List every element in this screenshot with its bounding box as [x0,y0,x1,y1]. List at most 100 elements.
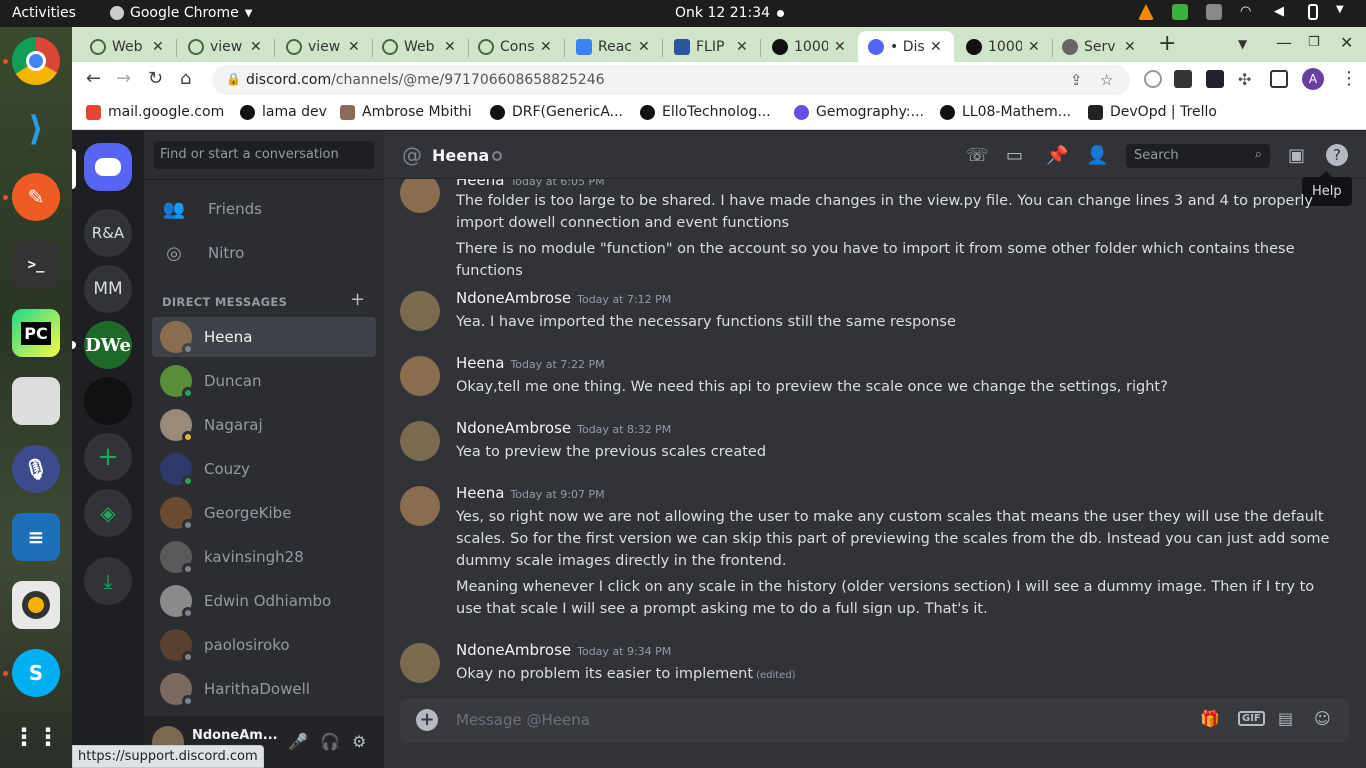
server-dowell[interactable]: DWe [84,321,132,369]
tab-web-2[interactable]: Web ✕ [372,31,468,62]
bookmark-lama-dev[interactable]: lama dev [240,104,327,120]
clock[interactable]: Onk 12 21:34 [675,5,770,21]
bookmark-star-icon[interactable]: ☆ [1100,71,1113,89]
tab-github-1[interactable]: 1000 ✕ [762,31,858,62]
dm-item-edwin[interactable]: Edwin Odhiambo [152,581,376,621]
activities-button[interactable]: Activities [12,5,76,21]
create-dm-icon[interactable]: + [350,289,365,310]
message-author[interactable]: NdoneAmbrose [456,419,571,437]
close-window-icon[interactable]: ✕ [1340,33,1353,52]
document-viewer-launcher-icon[interactable]: ≡ [12,513,60,561]
minimize-icon[interactable]: — [1276,33,1292,52]
pycharm-launcher-icon[interactable]: PC [12,309,60,357]
tab-discord[interactable]: • Dis ✕ [858,31,954,62]
battery-icon[interactable] [1308,4,1318,20]
close-icon[interactable]: ✕ [540,39,552,55]
pinned-messages-icon[interactable]: 📌 [1046,145,1068,166]
settings-gear-icon[interactable]: ⚙ [352,732,366,751]
home-icon[interactable]: ⌂ [180,68,191,89]
skype-launcher-icon[interactable]: S [12,649,60,697]
close-icon[interactable]: ✕ [638,39,650,55]
message-input[interactable]: Message @Heena [456,711,590,729]
lock-icon[interactable]: 🔒 [226,72,241,86]
url-text[interactable]: discord.com/channels/@me/971706608658825… [246,72,605,88]
profile-avatar[interactable]: A [1302,68,1324,90]
dm-item-duncan[interactable]: Duncan [152,361,376,401]
volume-icon[interactable]: ◀ [1274,4,1290,20]
close-icon[interactable]: ✕ [930,39,942,55]
close-icon[interactable]: ✕ [444,39,456,55]
voice-recorder-launcher-icon[interactable]: 🎙 [12,445,60,493]
dm-item-paolosiroko[interactable]: paolosiroko [152,625,376,665]
reload-icon[interactable]: ↻ [148,68,163,89]
close-icon[interactable]: ✕ [250,39,262,55]
dm-item-kavinsingh28[interactable]: kavinsingh28 [152,537,376,577]
discord-home-icon[interactable] [84,143,132,191]
update-icon[interactable] [1172,4,1188,20]
dm-search-input[interactable]: Find or start a conversation [154,141,374,169]
extensions-puzzle-icon[interactable]: ✣ [1238,70,1256,89]
react-devtools-icon[interactable] [1206,70,1224,88]
address-bar[interactable]: 🔒 discord.com/channels/@me/9717066086588… [212,65,1130,95]
share-icon[interactable]: ⇪ [1070,71,1083,89]
restore-icon[interactable]: ❐ [1308,35,1320,50]
gif-button[interactable]: GIF [1238,711,1265,726]
message-author[interactable]: Heena [456,484,504,502]
close-icon[interactable]: ✕ [736,39,748,55]
postman-launcher-icon[interactable]: ✎ [12,173,60,221]
close-icon[interactable]: ✕ [834,39,846,55]
vlc-icon[interactable] [1138,4,1154,20]
message-author[interactable]: NdoneAmbrose [456,641,571,659]
bookmark-gmail[interactable]: mail.google.com [86,104,224,120]
attach-plus-icon[interactable]: + [416,709,438,731]
bookmark-trello[interactable]: DevOpd | Trello [1088,104,1217,120]
tab-github-2[interactable]: 1000 ✕ [956,31,1052,62]
dm-item-georgekibe[interactable]: GeorgeKibe [152,493,376,533]
wifi-icon[interactable]: ◠ [1240,4,1256,20]
forward-icon[interactable]: → [116,68,131,89]
help-icon[interactable]: ? [1326,144,1348,166]
message-author[interactable]: NdoneAmbrose [456,289,571,307]
bookmark-drf[interactable]: DRF(GenericA... [490,104,623,120]
friends-nav[interactable]: 👥 Friends [152,188,376,230]
menu-icon[interactable]: ⋮ [1340,68,1358,89]
close-icon[interactable]: ✕ [348,39,360,55]
dm-item-couzy[interactable]: Couzy [152,449,376,489]
tab-cons[interactable]: Cons ✕ [468,31,564,62]
back-icon[interactable]: ← [86,68,101,89]
power-menu-icon[interactable]: ▼ [1336,4,1352,20]
close-icon[interactable]: ✕ [152,39,164,55]
new-tab-button[interactable]: + [1158,31,1176,56]
system-tray[interactable]: ◠ ◀ ▼ [1138,4,1352,20]
explore-compass-icon[interactable]: ◈ [84,489,132,537]
dm-item-heena[interactable]: Heena [152,317,376,357]
tab-view-1[interactable]: view ✕ [178,31,274,62]
vscode-launcher-icon[interactable]: ⟩ [12,105,60,153]
tab-reac[interactable]: Reac ✕ [566,31,662,62]
headphones-icon[interactable]: 🎧 [320,732,340,751]
close-icon[interactable]: ✕ [1124,39,1136,55]
user-name[interactable]: NdoneAm... [192,728,278,743]
download-icon[interactable]: ⤓ [84,557,132,605]
dm-item-nagaraj[interactable]: Nagaraj [152,405,376,445]
tab-view-2[interactable]: view ✕ [276,31,372,62]
side-panel-icon[interactable] [1270,70,1288,88]
header-search-input[interactable]: Search ⌕ [1126,144,1270,168]
mute-mic-icon[interactable]: 🎤 [288,732,308,751]
extension-icon[interactable] [1144,70,1162,88]
terminal-launcher-icon[interactable]: >_ [12,241,60,289]
close-icon[interactable]: ✕ [1028,39,1040,55]
show-apps-icon[interactable]: ⋮⋮ [12,713,60,761]
bookmark-ello[interactable]: ElloTechnolog... [640,104,771,120]
emoji-icon[interactable]: ☺ [1314,709,1331,728]
voice-call-icon[interactable]: ☏ [966,145,989,166]
server-image[interactable] [84,377,132,425]
tab-serv[interactable]: Serv ✕ [1052,31,1148,62]
selenium-extension-icon[interactable] [1174,70,1192,88]
bookmark-ll08[interactable]: LL08-Mathem... [940,104,1071,120]
sticker-icon[interactable]: ▤ [1278,709,1293,728]
chrome-launcher-icon[interactable] [12,37,60,85]
gift-icon[interactable]: 🎁 [1200,709,1220,728]
dm-item-harithadowell[interactable]: HarithaDowell [152,669,376,709]
add-server-icon[interactable]: + [84,433,132,481]
